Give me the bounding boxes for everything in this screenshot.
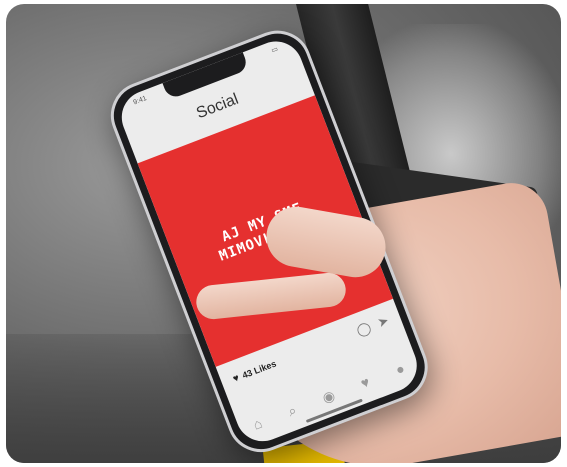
share-icon[interactable]: ➤ (375, 312, 391, 331)
activity-heart-icon[interactable]: ♥ (358, 373, 371, 391)
photo-frame: 9:41 ▭ Social AJ MY SME MIMOVLÁDKA! ♥ 43… (6, 4, 561, 463)
search-icon[interactable]: ⌕ (285, 401, 298, 420)
battery-icon: ▭ (270, 45, 280, 55)
camera-icon[interactable]: ◉ (320, 386, 337, 406)
likes-row[interactable]: ♥ 43 Likes (231, 358, 278, 385)
likes-count: 43 Likes (240, 358, 278, 381)
profile-icon[interactable]: ● (393, 360, 407, 378)
home-icon[interactable]: ⌂ (251, 415, 265, 433)
status-time: 9:41 (132, 95, 148, 107)
app-title: Social (194, 90, 241, 123)
comment-icon[interactable]: ◯ (354, 319, 373, 339)
heart-icon: ♥ (231, 372, 241, 385)
